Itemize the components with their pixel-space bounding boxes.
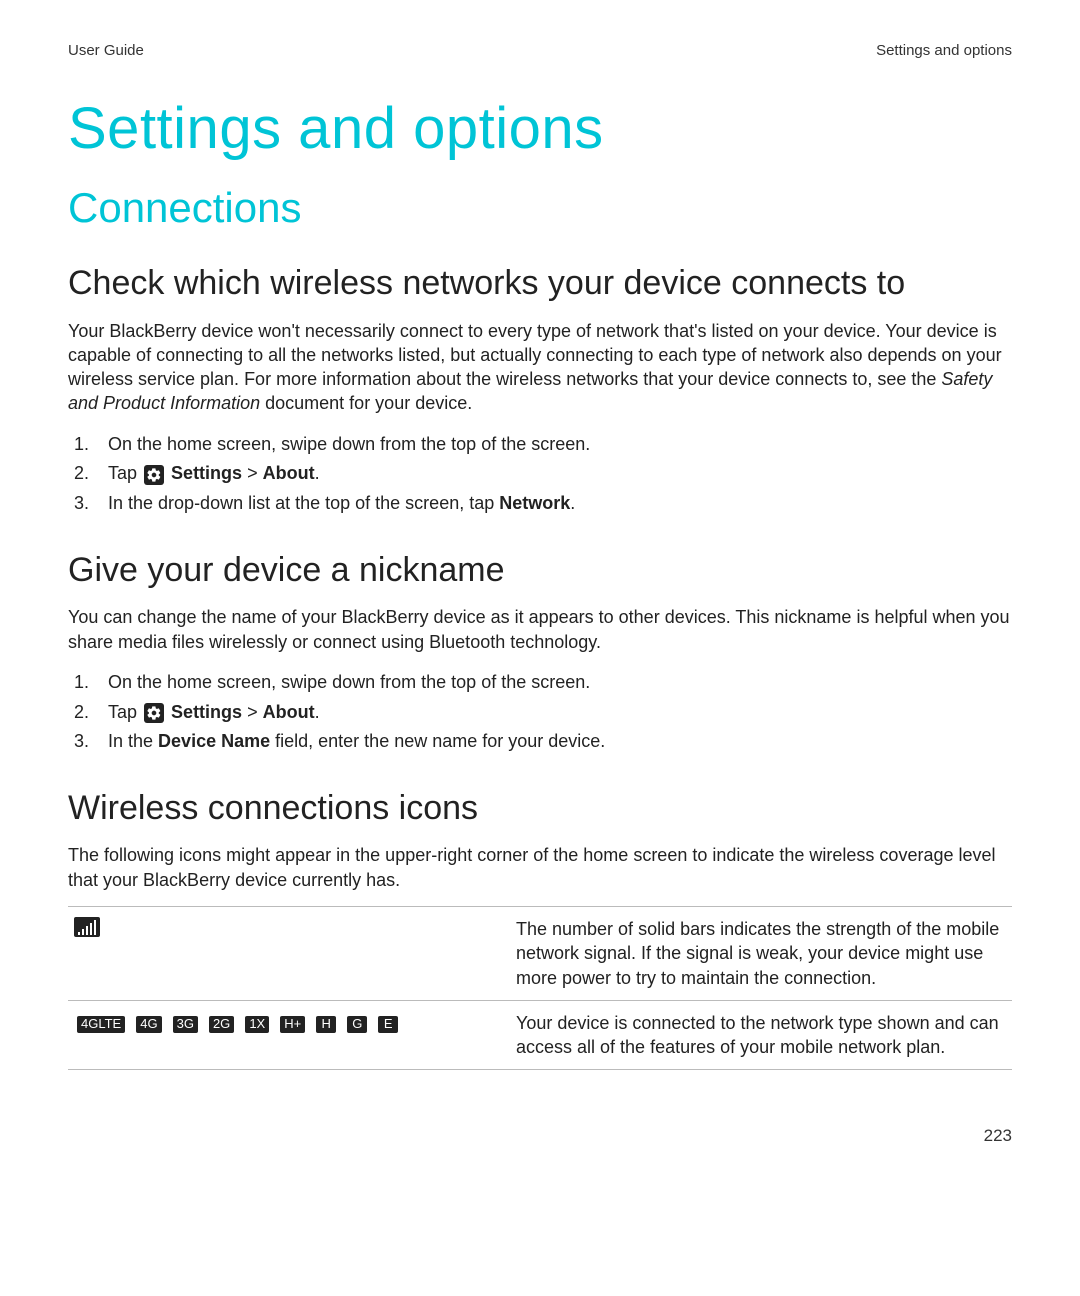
- text: >: [242, 463, 263, 483]
- step-item: In the Device Name field, enter the new …: [94, 727, 1012, 757]
- subsection-nickname: Give your device a nickname: [68, 549, 1012, 592]
- running-header-left: User Guide: [68, 42, 144, 59]
- text: .: [315, 702, 320, 722]
- paragraph: Your BlackBerry device won't necessarily…: [68, 319, 1012, 416]
- text: document for your device.: [260, 393, 472, 413]
- bold-text-network: Network: [499, 493, 570, 513]
- steps-list: On the home screen, swipe down from the …: [68, 668, 1012, 757]
- step-text: On the home screen, swipe down from the …: [108, 434, 590, 454]
- running-header-right: Settings and options: [876, 42, 1012, 59]
- step-text: On the home screen, swipe down from the …: [108, 672, 590, 692]
- page-number: 223: [984, 1126, 1012, 1146]
- text: .: [315, 463, 320, 483]
- gear-icon: [144, 703, 164, 723]
- page-title: Settings and options: [68, 95, 1012, 162]
- signal-bars-icon: [74, 917, 100, 937]
- network-badge-g: G: [347, 1016, 367, 1033]
- network-badge-1x: 1X: [245, 1016, 269, 1033]
- section-heading: Connections: [68, 184, 1012, 232]
- steps-list: On the home screen, swipe down from the …: [68, 430, 1012, 519]
- text: field, enter the new name for your devic…: [270, 731, 605, 751]
- icons-table: The number of solid bars indicates the s…: [68, 906, 1012, 1070]
- table-row: 4GLTE 4G 3G 2G 1X H+ H G E Your device i…: [68, 1000, 1012, 1070]
- icon-cell: [68, 907, 510, 1001]
- bold-text-settings: Settings: [171, 702, 242, 722]
- network-badge-hplus: H+: [280, 1016, 305, 1033]
- running-header: User Guide Settings and options: [68, 42, 1012, 59]
- step-text: In the drop-down list at the top of the …: [108, 493, 499, 513]
- network-badge-4g: 4G: [136, 1016, 161, 1033]
- subsection-wireless-icons: Wireless connections icons: [68, 787, 1012, 830]
- network-badge-h: H: [316, 1016, 336, 1033]
- step-item: Tap Settings > About.: [94, 459, 1012, 489]
- text: >: [242, 702, 263, 722]
- bold-text-device-name: Device Name: [158, 731, 270, 751]
- icon-description: The number of solid bars indicates the s…: [510, 907, 1012, 1001]
- network-badge-e: E: [378, 1016, 398, 1033]
- paragraph: The following icons might appear in the …: [68, 843, 1012, 892]
- step-item: Tap Settings > About.: [94, 698, 1012, 728]
- subsection-check-networks: Check which wireless networks your devic…: [68, 262, 1012, 305]
- bold-text-settings: Settings: [171, 463, 242, 483]
- gear-icon: [144, 465, 164, 485]
- icon-cell: 4GLTE 4G 3G 2G 1X H+ H G E: [68, 1000, 510, 1070]
- step-item: On the home screen, swipe down from the …: [94, 668, 1012, 698]
- step-text: In the: [108, 731, 158, 751]
- text: Your BlackBerry device won't necessarily…: [68, 321, 1002, 390]
- icon-description: Your device is connected to the network …: [510, 1000, 1012, 1070]
- paragraph: You can change the name of your BlackBer…: [68, 605, 1012, 654]
- step-item: On the home screen, swipe down from the …: [94, 430, 1012, 460]
- text: .: [570, 493, 575, 513]
- bold-text-about: About: [263, 463, 315, 483]
- step-item: In the drop-down list at the top of the …: [94, 489, 1012, 519]
- bold-text-about: About: [263, 702, 315, 722]
- network-badge-3g: 3G: [173, 1016, 198, 1033]
- network-badge-2g: 2G: [209, 1016, 234, 1033]
- table-row: The number of solid bars indicates the s…: [68, 907, 1012, 1001]
- step-text: Tap: [108, 702, 142, 722]
- network-badge-4glte: 4GLTE: [77, 1016, 125, 1033]
- page: User Guide Settings and options Settings…: [0, 0, 1080, 1296]
- step-text: Tap: [108, 463, 142, 483]
